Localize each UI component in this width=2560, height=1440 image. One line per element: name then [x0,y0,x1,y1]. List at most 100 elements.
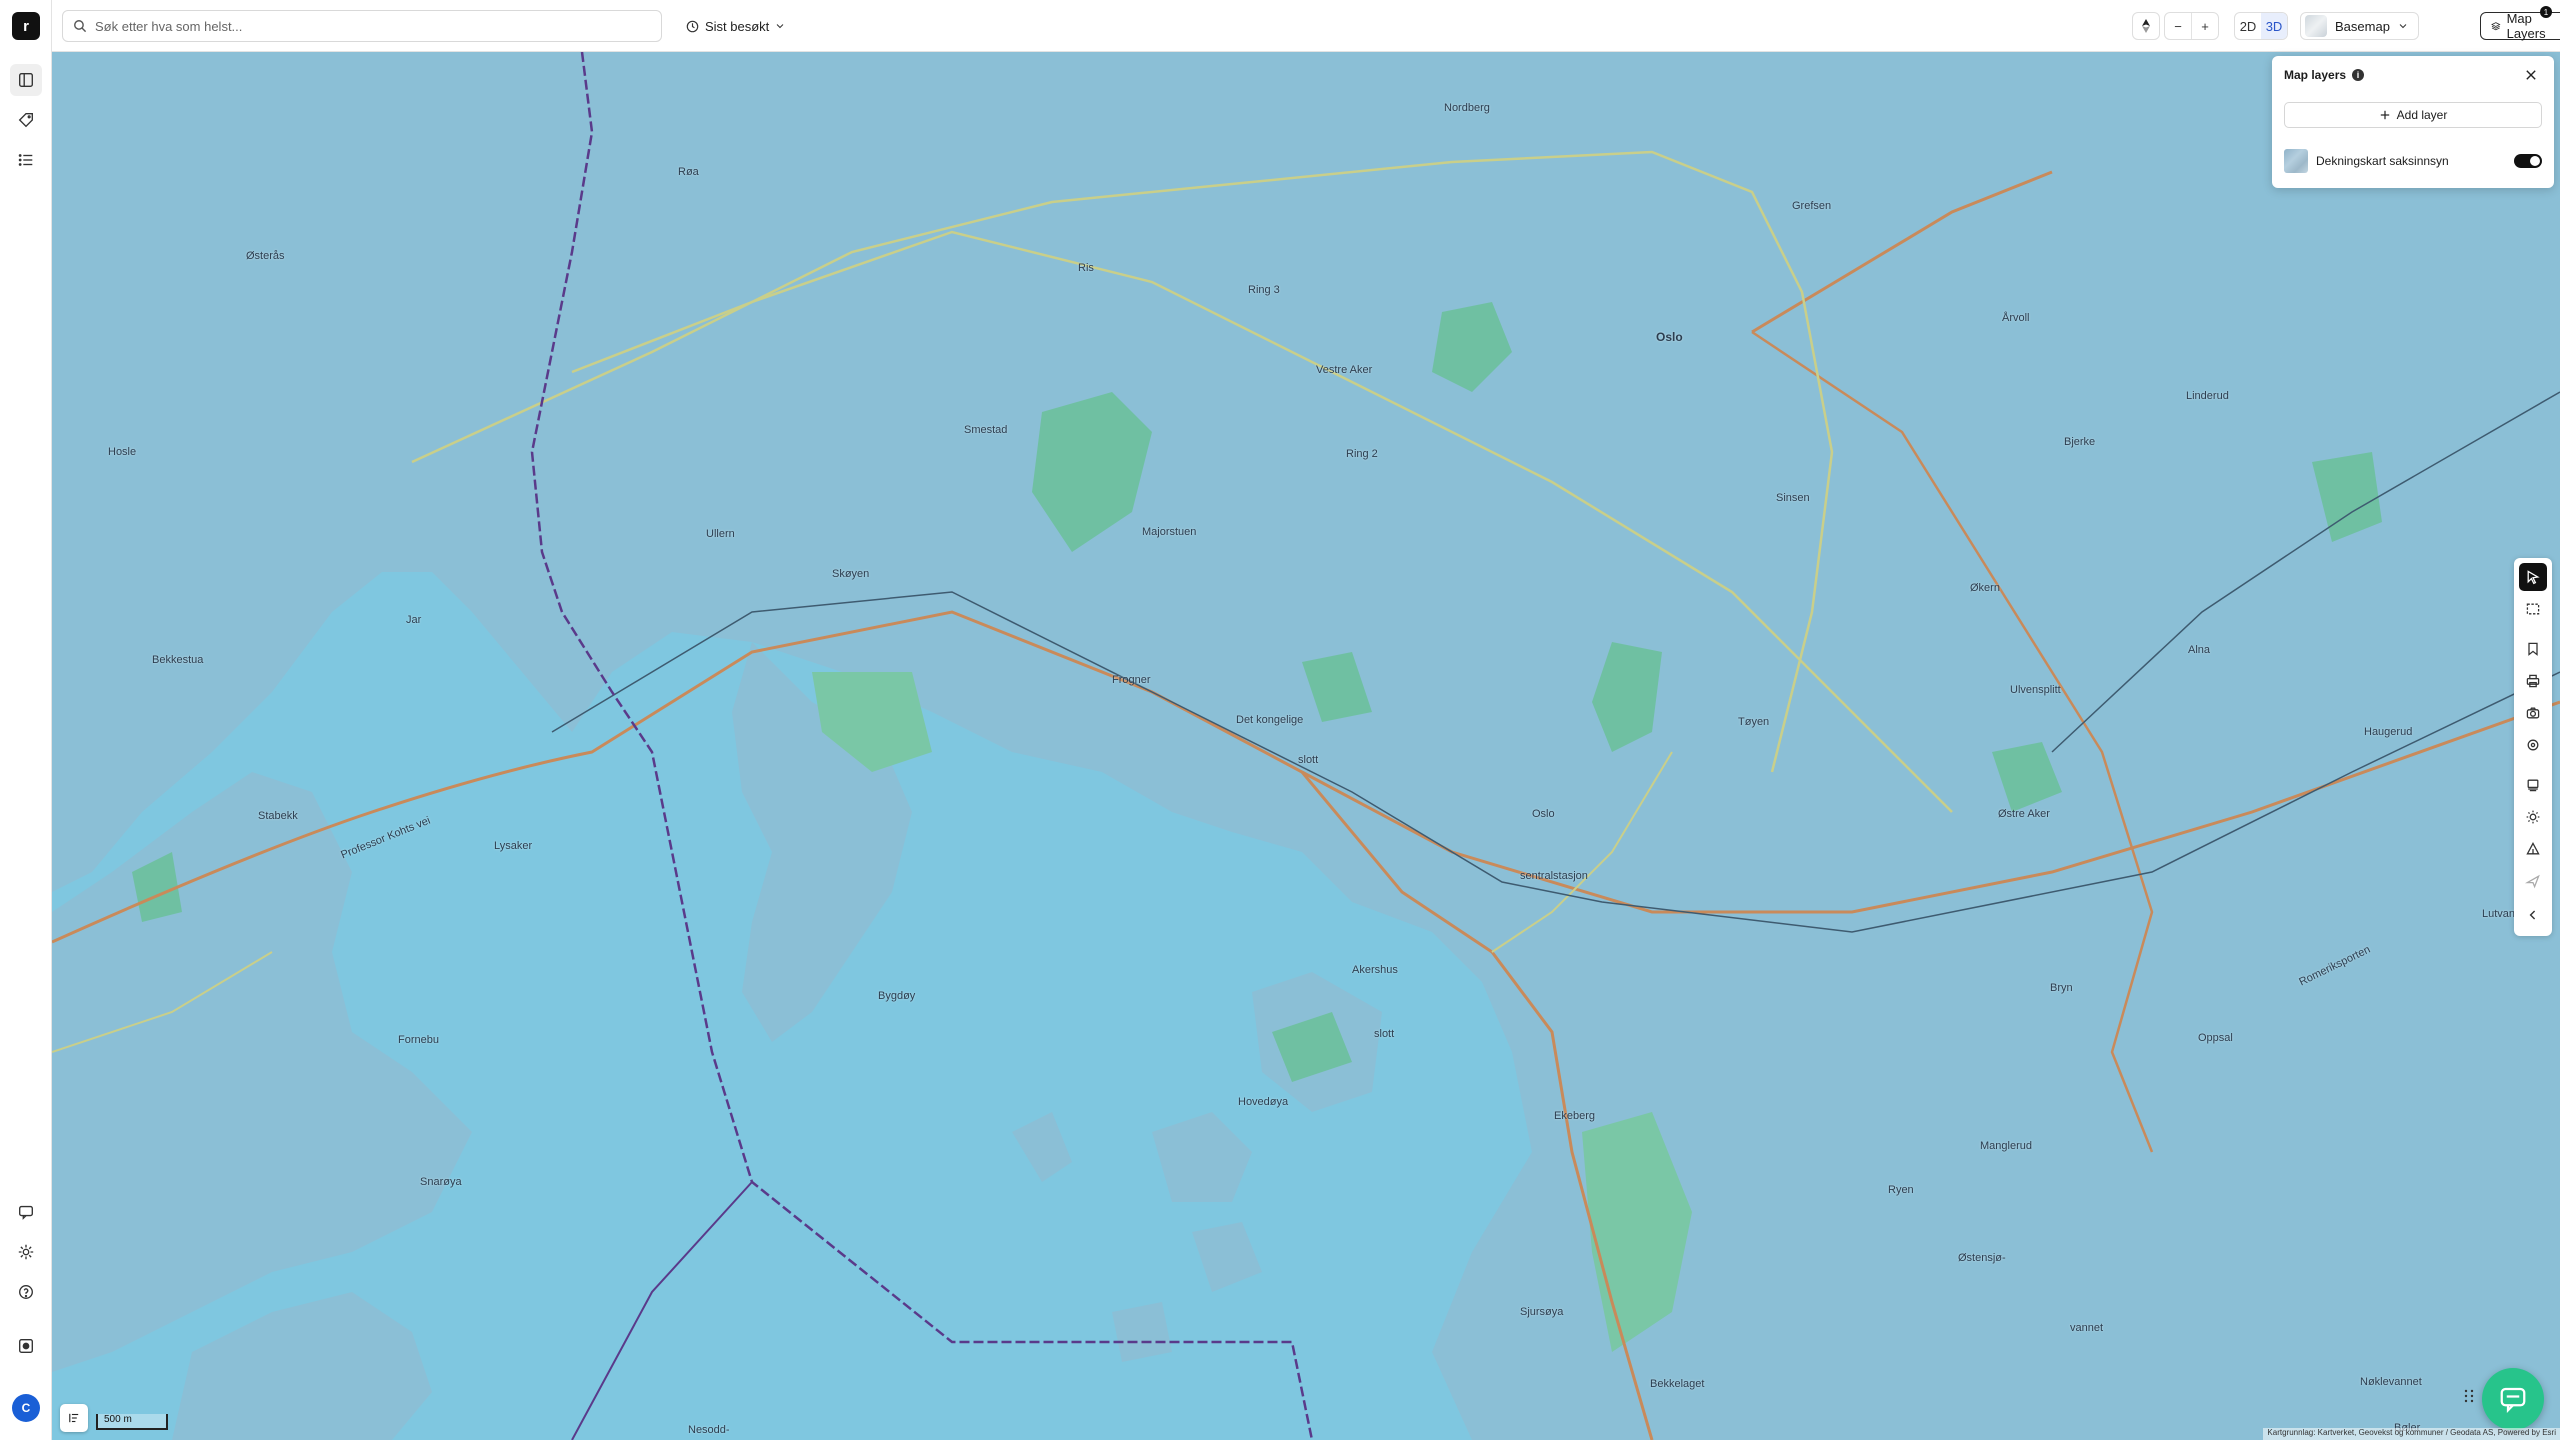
recent-label: Sist besøkt [705,18,770,34]
place-label: sentralstasjon [1520,870,1588,882]
bookmark-button[interactable] [2519,635,2547,663]
legend-icon [69,1413,79,1423]
recent-dropdown[interactable]: Sist besøkt [680,12,791,40]
chevron-left-icon [2529,910,2536,920]
place-label: Sinsen [1776,492,1810,504]
place-label: Lysaker [494,840,533,852]
place-label: vannet [2070,1322,2104,1334]
place-label: Vestre Aker [1316,364,1373,376]
compass-button[interactable] [2133,13,2159,39]
scale-bar: 500 m [96,1414,168,1430]
map-tools-strip [2514,558,2552,936]
place-label: Østerås [246,250,285,262]
view-3d-button[interactable]: 3D [2261,13,2287,39]
locate-button[interactable] [2519,731,2547,759]
place-label: Oslo [1656,330,1683,344]
view-mode-toggle: 2D 3D [2234,12,2288,40]
place-label: Bjerke [2064,436,2096,448]
place-label: Tøyen [1738,716,1770,728]
stack-icon [2527,779,2539,792]
place-label: Majorstuen [1142,526,1197,538]
select-tool-button[interactable] [2519,563,2547,591]
print-button[interactable] [2519,667,2547,695]
place-label: Grefsen [1792,200,1832,212]
cursor-icon [2527,570,2540,585]
feedback-icon[interactable] [10,1196,42,1228]
basemap-selector[interactable]: Basemap [2300,12,2419,40]
chat-icon [2500,1387,2526,1413]
view-2d-button[interactable]: 2D [2235,13,2261,39]
zoom-in-button[interactable]: + [2192,13,2218,39]
zoom-out-button[interactable]: − [2165,13,2191,39]
place-label: Ris [1078,262,1094,274]
legend-button[interactable] [60,1404,88,1432]
top-bar: Sist besøkt − + 2D 3D Basemap Map Layers [52,0,2560,52]
plus-icon [2380,110,2389,120]
layer-row[interactable]: Dekningskart saksinnsyn [2284,148,2542,174]
map-layers-panel: Map layers i Add layer Dekningskart saks… [2272,56,2554,188]
layers-stack-button[interactable] [2519,771,2547,799]
drag-handle-icon[interactable] [2464,1388,2474,1404]
target-icon [2527,739,2539,751]
place-label: Hovedøya [1238,1096,1289,1108]
panel-title-text: Map layers [2284,68,2347,82]
map-canvas[interactable]: Nordberg Røa Grefsen Østerås Ris Ring 3 … [52,52,2560,1440]
place-label: Økern [1970,582,2000,594]
place-label: Det kongelige [1236,714,1304,726]
place-label: Ring 3 [1248,284,1280,296]
close-panel-button[interactable] [2520,64,2542,86]
place-label: Stabekk [258,810,298,822]
place-label: Ulvensplitt [2010,684,2061,696]
place-label: slott [1298,754,1319,766]
sun-icon [2526,810,2540,824]
area-select-button[interactable] [2519,595,2547,623]
user-avatar[interactable]: C [12,1394,40,1422]
search-input[interactable] [95,18,655,34]
place-label: Nøklevannet [2360,1376,2422,1388]
tag-icon[interactable] [10,104,42,136]
place-label: Hosle [108,446,137,458]
layers-icon [2491,22,2501,31]
place-label: Ring 2 [1346,448,1378,460]
map-view-icon[interactable] [10,64,42,96]
add-layer-button[interactable]: Add layer [2284,102,2542,128]
place-label: Linderud [2186,390,2229,402]
chevron-down-icon [776,24,784,29]
map-controls [2132,12,2160,40]
place-label: Akershus [1352,964,1398,976]
panel-title: Map layers i [2284,68,2365,82]
app-logo[interactable]: r [12,12,40,40]
place-label: Jar [406,614,422,626]
camera-icon [2526,707,2540,719]
record-icon[interactable] [10,1330,42,1362]
basemap-label: Basemap [2335,18,2390,34]
collapse-tools-button[interactable] [2519,901,2547,929]
layer-visibility-toggle[interactable] [2514,154,2542,168]
place-label: Frogner [1112,674,1151,686]
list-icon[interactable] [10,144,42,176]
compass-icon [2142,19,2150,33]
chat-button[interactable] [2482,1368,2544,1430]
search-box[interactable] [62,10,662,42]
close-icon [2526,70,2536,80]
help-icon[interactable] [10,1276,42,1308]
place-label: slott [1374,1028,1395,1040]
navigate-button[interactable] [2519,867,2547,895]
place-label: Ullern [706,528,735,540]
place-label: Årvoll [2002,312,2030,324]
marquee-icon [2526,603,2540,615]
bookmark-icon [2528,642,2538,656]
layer-thumbnail [2284,149,2308,173]
place-label: Oppsal [2198,1032,2233,1044]
place-label: Bygdøy [878,990,916,1002]
measure-button[interactable] [2519,835,2547,863]
search-icon [74,20,87,33]
settings-gear-icon[interactable] [10,1236,42,1268]
info-icon[interactable]: i [2352,69,2365,81]
place-label: Haugerud [2364,726,2413,738]
place-label: Oslo [1532,808,1555,820]
place-label: Ryen [1888,1184,1914,1196]
screenshot-button[interactable] [2519,699,2547,727]
daylight-button[interactable] [2519,803,2547,831]
place-label: Østensjø- [1958,1252,2006,1264]
